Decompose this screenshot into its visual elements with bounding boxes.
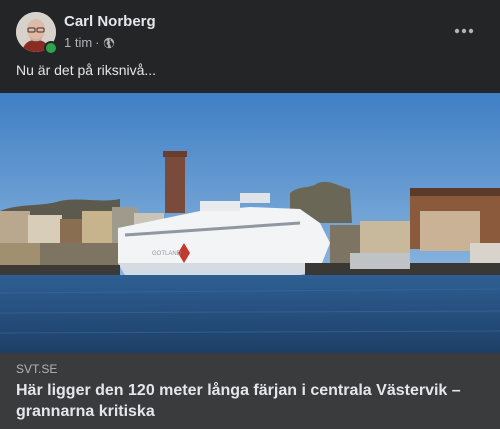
author-name[interactable]: Carl Norberg	[64, 13, 156, 30]
post-meta: 1 tim ·	[64, 35, 115, 50]
harbor-ferry-photo: GOTLAND	[0, 93, 500, 353]
more-options-button[interactable]	[446, 16, 482, 46]
post-timestamp[interactable]: 1 tim	[64, 35, 92, 50]
meta-separator: ·	[95, 35, 100, 50]
more-horizontal-icon	[454, 28, 474, 34]
link-preview-image[interactable]: GOTLAND	[0, 93, 500, 353]
online-status-dot	[44, 41, 58, 55]
ferry-hull-text: GOTLAND	[152, 251, 182, 257]
link-headline[interactable]: Här ligger den 120 meter långa färjan i …	[16, 380, 486, 422]
link-preview-card[interactable]: SVT.SE Här ligger den 120 meter långa fä…	[0, 353, 500, 429]
link-domain: SVT.SE	[16, 362, 58, 376]
post-text: Nu är det på riksnivå...	[16, 62, 157, 78]
globe-icon[interactable]	[103, 37, 115, 49]
post-header: Carl Norberg 1 tim ·	[0, 0, 500, 60]
